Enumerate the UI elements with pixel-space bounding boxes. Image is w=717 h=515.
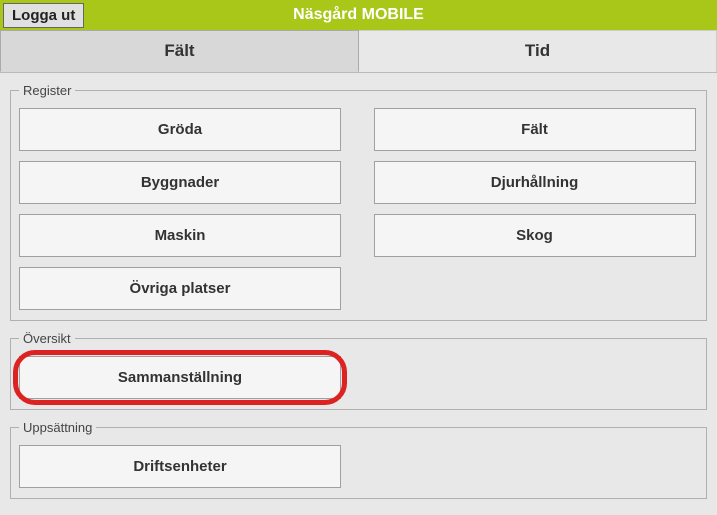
overview-summary-button[interactable]: Sammanställning [19, 356, 341, 399]
overview-legend: Översikt [19, 331, 75, 346]
main-tabs: Fält Tid [0, 30, 717, 73]
register-livestock-button[interactable]: Djurhållning [374, 161, 696, 204]
tab-field[interactable]: Fält [0, 30, 359, 72]
overview-fieldset: Översikt Sammanställning [10, 331, 707, 410]
setup-fieldset: Uppsättning Driftsenheter [10, 420, 707, 499]
register-buildings-button[interactable]: Byggnader [19, 161, 341, 204]
app-title: Näsgård MOBILE [0, 0, 717, 30]
content-area: Register Gröda Fält Byggnader Djurhållni… [0, 73, 717, 515]
top-bar: Logga ut Näsgård MOBILE [0, 0, 717, 30]
setup-operating-units-button[interactable]: Driftsenheter [19, 445, 341, 488]
register-legend: Register [19, 83, 75, 98]
register-forest-button[interactable]: Skog [374, 214, 696, 257]
register-machine-button[interactable]: Maskin [19, 214, 341, 257]
overview-summary-highlight: Sammanställning [19, 356, 341, 399]
register-field-button[interactable]: Fält [374, 108, 696, 151]
setup-legend: Uppsättning [19, 420, 96, 435]
logout-button[interactable]: Logga ut [3, 3, 84, 28]
register-fieldset: Register Gröda Fält Byggnader Djurhållni… [10, 83, 707, 321]
register-other-places-button[interactable]: Övriga platser [19, 267, 341, 310]
register-crop-button[interactable]: Gröda [19, 108, 341, 151]
tab-time[interactable]: Tid [359, 30, 717, 72]
